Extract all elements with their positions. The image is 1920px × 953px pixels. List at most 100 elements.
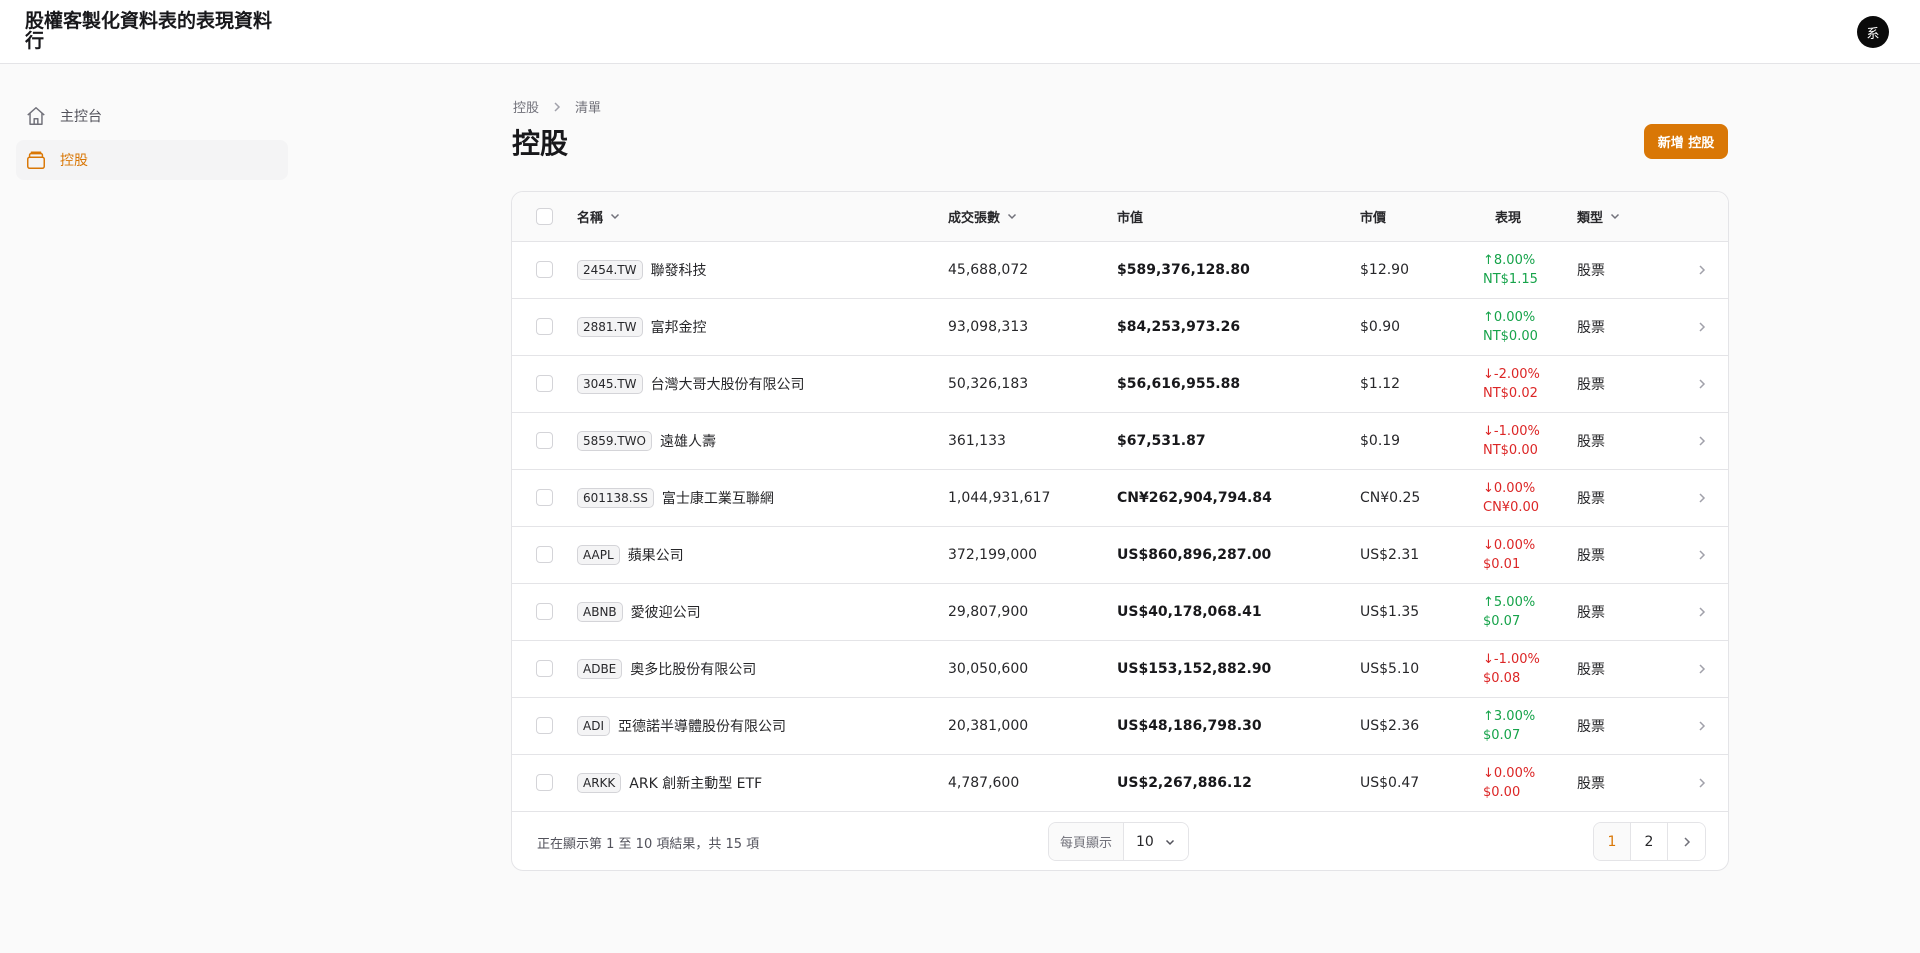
select-all-checkbox[interactable] xyxy=(536,207,553,225)
market-value-cell: US$153,152,882.90 xyxy=(1117,660,1272,677)
table-row[interactable]: ABNB 愛彼迎公司 29,807,900 US$40,178,068.41 US$1.… xyxy=(512,583,1728,640)
price-cell: US$0.47 xyxy=(1360,774,1420,791)
sort-chevron-icon xyxy=(609,210,621,222)
market-value-cell: $84,253,973.26 xyxy=(1117,318,1241,335)
market-value-cell: $67,531.87 xyxy=(1117,432,1206,449)
column-header-market-value: 市值 xyxy=(1117,192,1360,242)
chevron-right-icon[interactable] xyxy=(1672,777,1728,789)
volume-cell: 45,688,072 xyxy=(948,261,1029,278)
top-bar: 股權客製化資料表的表現資料行 系 xyxy=(0,0,1920,64)
chevron-right-icon[interactable] xyxy=(1672,663,1728,675)
sidebar-item-dashboard[interactable]: 主控台 xyxy=(16,96,288,136)
row-checkbox[interactable] xyxy=(536,546,553,563)
column-header-volume[interactable]: 成交張數 xyxy=(948,192,1117,242)
market-value-cell: $589,376,128.80 xyxy=(1117,261,1250,278)
sidebar-item-label: 控股 xyxy=(60,153,88,169)
performance-cell: ↑0.00% NT$0.00 xyxy=(1483,308,1577,346)
type-cell: 股票 xyxy=(1577,490,1605,507)
holdings-table-card: 名稱 成交張數 市值 市價 表現 類型 2454.TW 聯發科技 45,688,07… xyxy=(511,191,1729,871)
performance-amount: NT$0.00 xyxy=(1483,328,1538,344)
holding-name: 蘋果公司 xyxy=(627,547,684,564)
row-checkbox[interactable] xyxy=(536,261,553,278)
holding-name: 愛彼迎公司 xyxy=(630,604,701,621)
row-checkbox[interactable] xyxy=(536,318,553,335)
page-2-button[interactable]: 2 xyxy=(1631,823,1668,860)
row-checkbox[interactable] xyxy=(536,660,553,677)
breadcrumb-parent[interactable]: 控股 xyxy=(513,97,539,116)
volume-cell: 29,807,900 xyxy=(948,603,1029,620)
sort-chevron-icon xyxy=(1006,210,1018,222)
ticker-badge: ADBE xyxy=(577,658,623,679)
performance-percent: ↑3.00% xyxy=(1483,708,1536,724)
type-cell: 股票 xyxy=(1577,376,1605,393)
row-checkbox[interactable] xyxy=(536,432,553,449)
new-holding-button[interactable]: 新增 控股 xyxy=(1644,124,1728,159)
breadcrumb-current: 清單 xyxy=(575,101,602,116)
performance-cell: ↓0.00% CN¥0.00 xyxy=(1483,479,1577,517)
row-checkbox[interactable] xyxy=(536,603,553,620)
performance-cell: ↓0.00% $0.00 xyxy=(1483,764,1577,802)
performance-percent: ↓-1.00% xyxy=(1483,423,1540,439)
sidebar-item-holdings[interactable]: 控股 xyxy=(16,140,288,180)
chevron-right-icon[interactable] xyxy=(1672,720,1728,732)
performance-percent: ↓-2.00% xyxy=(1483,366,1540,382)
row-checkbox[interactable] xyxy=(536,375,553,392)
user-avatar[interactable]: 系 xyxy=(1857,16,1889,48)
breadcrumb: 控股 清單 xyxy=(513,97,601,116)
table-row[interactable]: 5859.TWO 遠雄人壽 361,133 $67,531.87 $0.19 ↓-1.00… xyxy=(512,412,1728,469)
chevron-right-icon xyxy=(1681,836,1693,848)
sidebar-item-label: 主控台 xyxy=(60,109,102,125)
type-cell: 股票 xyxy=(1577,547,1605,564)
volume-cell: 372,199,000 xyxy=(948,546,1038,563)
page-1-button[interactable]: 1 xyxy=(1594,823,1631,860)
table-footer: 正在顯示第 1 至 10 項結果，共 15 項 每頁顯示 10 1 2 xyxy=(512,812,1728,870)
chevron-right-icon[interactable] xyxy=(1672,435,1728,447)
chevron-right-icon[interactable] xyxy=(1672,378,1728,390)
row-checkbox[interactable] xyxy=(536,774,553,791)
chevron-right-icon[interactable] xyxy=(1672,492,1728,504)
ticker-badge: ABNB xyxy=(577,601,623,622)
chevron-right-icon[interactable] xyxy=(1672,606,1728,618)
performance-cell: ↑5.00% $0.07 xyxy=(1483,593,1577,631)
table-row[interactable]: 2881.TW 富邦金控 93,098,313 $84,253,973.26 $0.90… xyxy=(512,298,1728,355)
ticker-badge: ARKK xyxy=(577,772,622,793)
ticker-badge: AAPL xyxy=(577,544,620,565)
next-page-button[interactable] xyxy=(1668,823,1705,860)
table-row[interactable]: 601138.SS 富士康工業互聯網 1,044,931,617 CN¥262,904… xyxy=(512,469,1728,526)
row-checkbox[interactable] xyxy=(536,717,553,734)
row-checkbox[interactable] xyxy=(536,489,553,506)
volume-cell: 20,381,000 xyxy=(948,717,1029,734)
holdings-table: 名稱 成交張數 市值 市價 表現 類型 2454.TW 聯發科技 45,688,07… xyxy=(512,192,1728,812)
price-cell: US$2.36 xyxy=(1360,717,1420,734)
holding-name: 富士康工業互聯網 xyxy=(661,490,774,507)
price-cell: $0.90 xyxy=(1360,318,1401,335)
ticker-badge: 5859.TWO xyxy=(577,430,652,451)
performance-cell: ↓-1.00% $0.08 xyxy=(1483,650,1577,688)
chevron-right-icon[interactable] xyxy=(1672,321,1728,333)
chevron-right-icon[interactable] xyxy=(1672,549,1728,561)
price-cell: US$2.31 xyxy=(1360,546,1420,563)
performance-amount: $0.07 xyxy=(1483,727,1521,743)
table-row[interactable]: AAPL 蘋果公司 372,199,000 US$860,896,287.00 US$2… xyxy=(512,526,1728,583)
table-row[interactable]: ARKK ARK 創新主動型 ETF 4,787,600 US$2,267,886.1… xyxy=(512,754,1728,811)
ticker-badge: 601138.SS xyxy=(577,487,654,508)
performance-percent: ↓0.00% xyxy=(1483,537,1536,553)
chevron-right-icon[interactable] xyxy=(1672,264,1728,276)
market-value-cell: $56,616,955.88 xyxy=(1117,375,1241,392)
chevron-right-icon xyxy=(551,101,563,113)
holding-name: 奧多比股份有限公司 xyxy=(630,661,757,678)
performance-cell: ↓-1.00% NT$0.00 xyxy=(1483,422,1577,460)
column-header-type[interactable]: 類型 xyxy=(1577,192,1672,242)
market-value-cell: CN¥262,904,794.84 xyxy=(1117,489,1272,506)
table-row[interactable]: ADBE 奧多比股份有限公司 30,050,600 US$153,152,882.90… xyxy=(512,640,1728,697)
performance-amount: NT$0.00 xyxy=(1483,442,1538,458)
per-page-select[interactable]: 10 xyxy=(1124,823,1188,860)
column-header-name[interactable]: 名稱 xyxy=(577,192,948,242)
chevron-down-icon xyxy=(1164,836,1176,848)
table-row[interactable]: ADI 亞德諾半導體股份有限公司 20,381,000 US$48,186,798.3… xyxy=(512,697,1728,754)
price-cell: $0.19 xyxy=(1360,432,1401,449)
table-row[interactable]: 2454.TW 聯發科技 45,688,072 $589,376,128.80 $12.… xyxy=(512,241,1728,298)
table-row[interactable]: 3045.TW 台灣大哥大股份有限公司 50,326,183 $56,616,955.… xyxy=(512,355,1728,412)
performance-cell: ↓0.00% $0.01 xyxy=(1483,536,1577,574)
type-cell: 股票 xyxy=(1577,718,1605,735)
